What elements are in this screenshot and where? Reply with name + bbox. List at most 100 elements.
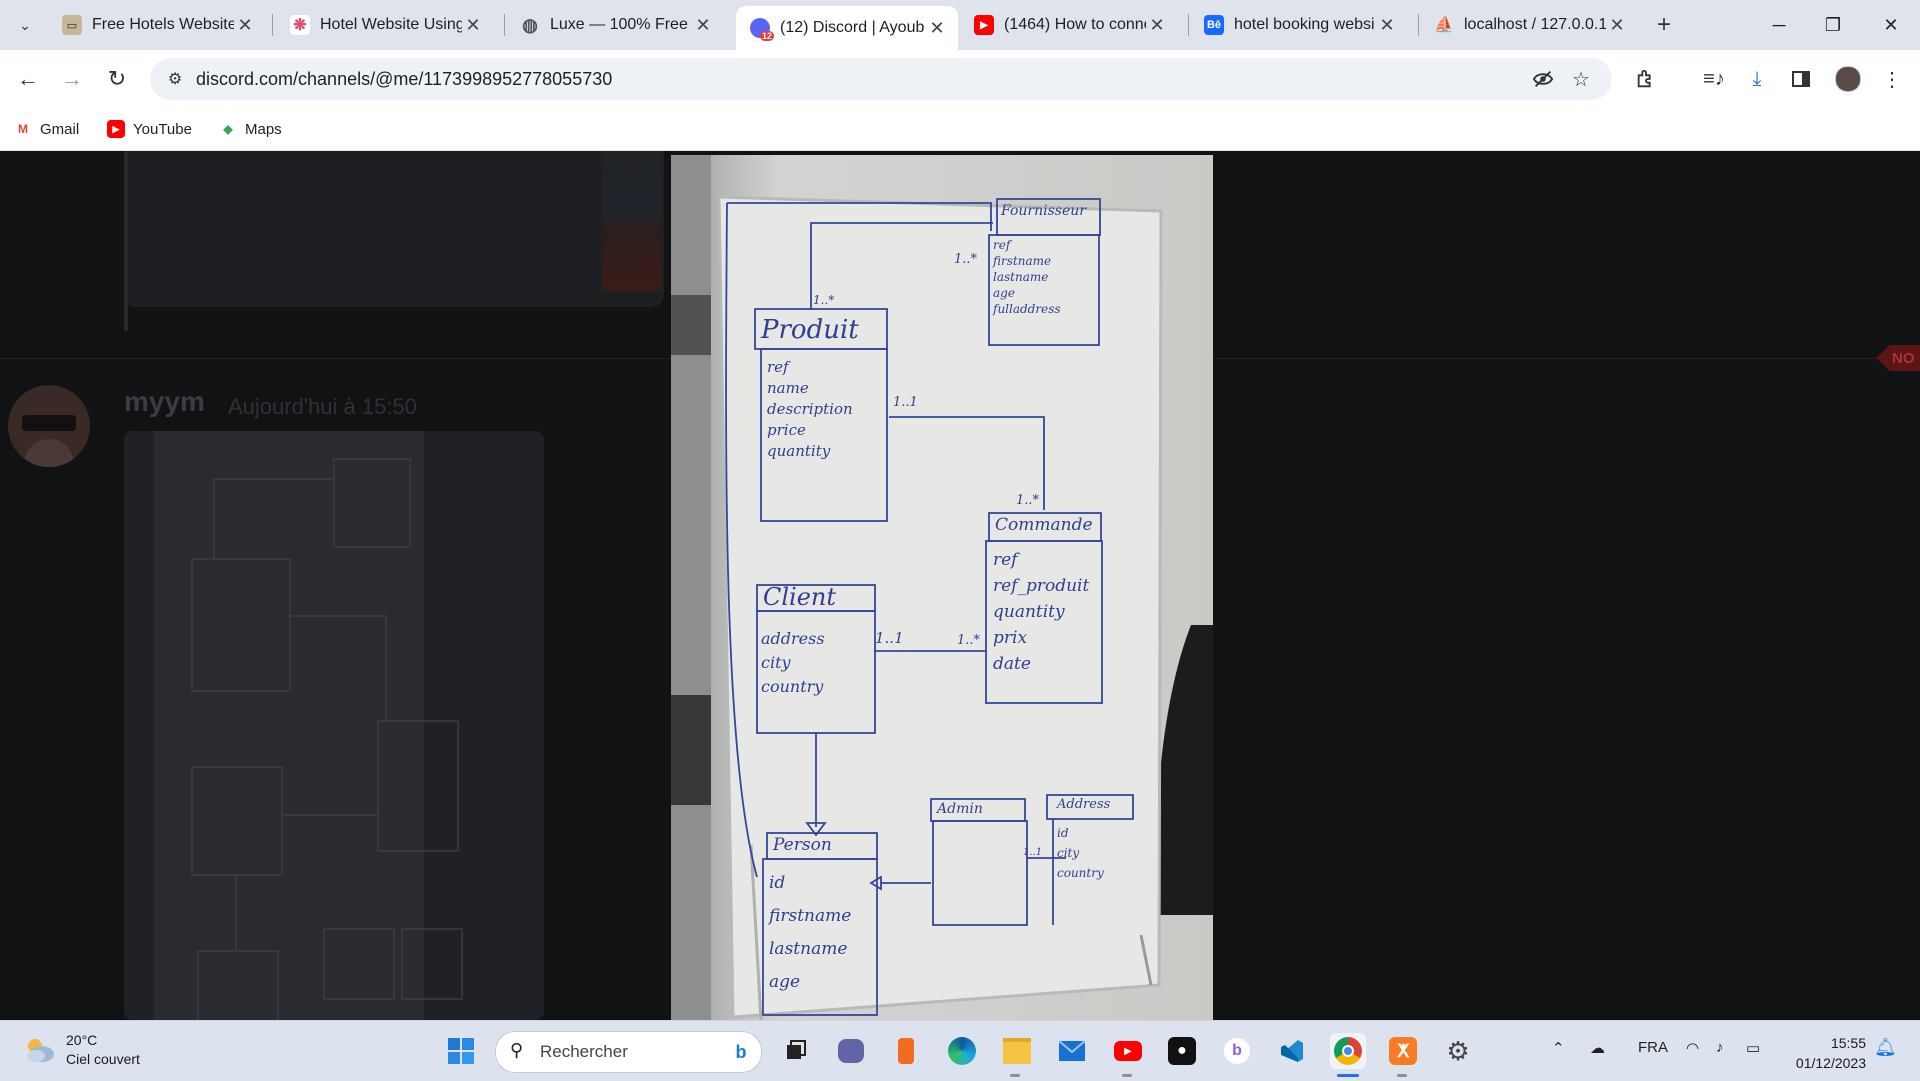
show-hidden-icons-chevron[interactable]: ⌃: [1552, 1039, 1565, 1057]
tab-close-icon[interactable]: ✕: [692, 15, 714, 36]
fournisseur-fields: ref firstname lastname age fulladdress: [993, 237, 1061, 317]
teams-chat-icon[interactable]: [833, 1033, 869, 1069]
person-title: Person: [773, 835, 832, 855]
field: ref: [993, 238, 1011, 252]
produit-right-cardinality: 1..1: [893, 395, 918, 410]
tab-hotel-website[interactable]: ❋ Hotel Website Using ✕: [276, 6, 494, 44]
profile-avatar[interactable]: [1834, 65, 1862, 93]
bookmark-gmail[interactable]: M Gmail: [14, 116, 79, 142]
sunglasses-shape: [22, 415, 76, 431]
bing-icon[interactable]: b: [727, 1038, 755, 1066]
tab-title: Luxe — 100% Free Fu: [550, 16, 692, 33]
app-orange-icon[interactable]: [888, 1033, 924, 1069]
address-bar[interactable]: ⚙ discord.com/channels/@me/1173998952778…: [150, 58, 1612, 100]
thumbnail-whiteboard-image: [154, 431, 463, 1020]
weather-widget[interactable]: 20°C Ciel couvert: [24, 1031, 140, 1069]
file-explorer-icon[interactable]: [999, 1033, 1035, 1069]
notification-bell-icon[interactable]: 🔔︎: [1874, 1037, 1897, 1058]
reload-icon[interactable]: ↻: [101, 63, 133, 95]
client-right-cardinality: 1..1: [875, 629, 904, 647]
commande-fields: ref ref_produit quantity prix date: [993, 547, 1089, 677]
tab-search-chevron-icon[interactable]: ⌄: [10, 10, 40, 40]
tab-close-icon[interactable]: ✕: [462, 15, 484, 36]
volume-icon[interactable]: ♪: [1716, 1039, 1724, 1056]
tab-youtube-video[interactable]: ▶ (1464) How to conne ✕: [960, 6, 1178, 44]
language-indicator[interactable]: FRA: [1638, 1039, 1668, 1056]
media-control-icon[interactable]: ≡♪: [1700, 65, 1728, 93]
field: age: [769, 972, 801, 992]
uml-connectors: [725, 198, 1134, 1016]
message-username[interactable]: myym: [124, 386, 205, 418]
field: id: [769, 873, 786, 893]
tab-phpmyadmin[interactable]: ⛵ localhost / 127.0.0.1 ✕: [1420, 6, 1638, 44]
system-clock[interactable]: 15:55 01/12/2023: [1796, 1033, 1866, 1073]
vscode-icon[interactable]: [1274, 1033, 1310, 1069]
field: name: [767, 379, 809, 397]
bookmark-maps[interactable]: ◆ Maps: [219, 116, 282, 142]
user-avatar[interactable]: [8, 385, 90, 467]
battery-icon[interactable]: ▭: [1746, 1039, 1760, 1057]
bookmark-youtube[interactable]: ▶ YouTube: [107, 116, 192, 142]
tab-title: hotel booking websi: [1234, 16, 1375, 33]
tab-discord[interactable]: 12 (12) Discord | Ayoub ✕: [736, 6, 958, 50]
taskbar-search[interactable]: ⚲ Rechercher b: [495, 1031, 762, 1073]
field: quantity: [767, 442, 831, 460]
restore-icon[interactable]: ❐: [1804, 0, 1862, 50]
site-info-icon[interactable]: ⚙: [160, 64, 190, 94]
tab-free-hotels[interactable]: ▭ Free Hotels Website ✕: [48, 6, 266, 44]
image-viewer[interactable]: Fournisseur 1..* ref firstname lastname …: [671, 155, 1213, 1020]
bookmark-label: Gmail: [40, 120, 80, 138]
field: fulladdress: [993, 302, 1061, 316]
more-menu-icon[interactable]: ⋮: [1878, 65, 1906, 93]
mail-icon[interactable]: [1054, 1033, 1090, 1069]
bing-b-icon[interactable]: b: [1219, 1033, 1255, 1069]
tab-behance[interactable]: Bē hotel booking websi ✕: [1190, 6, 1408, 44]
close-window-icon[interactable]: ✕: [1862, 0, 1920, 50]
chrome-icon[interactable]: [1330, 1033, 1366, 1069]
maps-icon: ◆: [223, 122, 233, 136]
discord-chat-area: NO myym Aujourd'hui à 15:50 Fournisseur …: [0, 151, 1920, 1020]
task-view-icon[interactable]: [777, 1033, 813, 1069]
wifi-icon[interactable]: ◠: [1686, 1039, 1699, 1057]
address-title: Address: [1057, 797, 1111, 812]
tab-close-icon[interactable]: ✕: [1606, 15, 1628, 36]
edge-browser-icon[interactable]: [944, 1033, 980, 1069]
side-panel-icon[interactable]: [1787, 65, 1815, 93]
bookmark-star-icon[interactable]: ☆: [1568, 66, 1594, 92]
tab-title: (1464) How to conne: [1004, 16, 1146, 33]
field: ref: [993, 550, 1018, 570]
start-windows-icon[interactable]: [443, 1033, 479, 1069]
xampp-icon[interactable]: ⵅ: [1385, 1033, 1421, 1069]
new-tab-plus-icon[interactable]: +: [1649, 10, 1679, 40]
github-icon[interactable]: ●: [1164, 1033, 1200, 1069]
tab-title: localhost / 127.0.0.1: [1464, 16, 1606, 33]
url-text[interactable]: discord.com/channels/@me/117399895277805…: [196, 69, 612, 90]
tab-separator: [1188, 14, 1189, 36]
clock-time: 15:55: [1830, 1035, 1866, 1051]
new-messages-badge[interactable]: NO: [1876, 345, 1920, 371]
eye-off-icon[interactable]: [1530, 66, 1556, 92]
field: city: [761, 653, 791, 672]
settings-gear-icon[interactable]: ⚙: [1440, 1033, 1476, 1069]
forward-arrow-icon[interactable]: →: [56, 63, 88, 95]
app-running-indicator: [1397, 1074, 1407, 1077]
onedrive-off-icon[interactable]: ☁: [1590, 1039, 1605, 1057]
bookmark-label: Maps: [245, 120, 282, 138]
tab-luxe[interactable]: ◍ Luxe — 100% Free Fu ✕: [506, 6, 724, 44]
client-title: Client: [763, 583, 837, 611]
tab-close-icon[interactable]: ✕: [926, 18, 948, 39]
back-arrow-icon[interactable]: ←: [12, 63, 44, 95]
youtube-pwa-icon[interactable]: ▶: [1110, 1033, 1146, 1069]
message-image-attachment[interactable]: [124, 431, 544, 1020]
tab-close-icon[interactable]: ✕: [1146, 15, 1168, 36]
notification-count-badge: 12: [759, 31, 774, 41]
extensions-puzzle-icon[interactable]: [1632, 65, 1660, 93]
field: city: [1057, 846, 1080, 860]
message-timestamp: Aujourd'hui à 15:50: [228, 394, 417, 419]
tab-close-icon[interactable]: ✕: [234, 15, 256, 36]
field: price: [767, 421, 806, 439]
tab-close-icon[interactable]: ✕: [1376, 15, 1398, 36]
download-icon[interactable]: ⤓: [1743, 65, 1771, 93]
tab-separator: [1418, 14, 1419, 36]
minimize-icon[interactable]: ─: [1750, 0, 1808, 50]
